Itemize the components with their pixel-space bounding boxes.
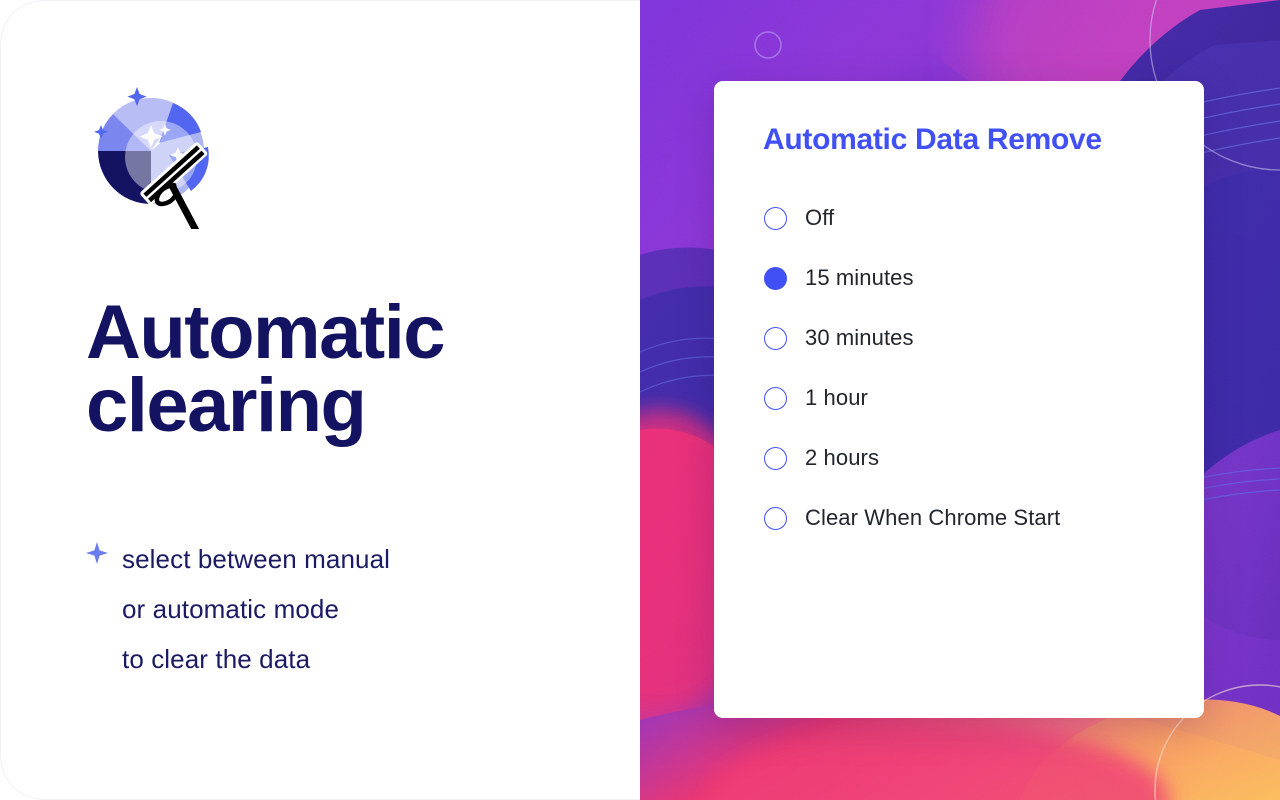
- radio-option-label: 2 hours: [805, 445, 880, 470]
- feature-bullet: select between manual or automatic mode …: [86, 534, 390, 684]
- radio-option-label: 15 minutes: [805, 265, 914, 290]
- feature-line-1: select between manual: [122, 544, 391, 574]
- sparkle-icon: [86, 542, 108, 569]
- radio-option-label: 30 minutes: [805, 325, 914, 350]
- right-visual-panel: Automatic Data Remove Off 15 minutes 30 mi…: [640, 0, 1280, 800]
- radio-option-label: 1 hour: [805, 385, 868, 410]
- page-title: Automatic clearing: [86, 295, 586, 444]
- feature-text: select between manual or automatic mode …: [122, 534, 390, 684]
- radio-option-3[interactable]: 1 hour: [714, 368, 1204, 428]
- radio-icon-selected[interactable]: [764, 266, 787, 290]
- radio-icon[interactable]: [764, 326, 787, 350]
- feature-line-3: to clear the data: [122, 644, 311, 674]
- radio-option-5[interactable]: Clear When Chrome Start: [714, 488, 1204, 548]
- radio-option-label: Off: [805, 205, 835, 230]
- radio-option-4[interactable]: 2 hours: [714, 428, 1204, 488]
- promo-screen: Automatic clearing select between manual…: [0, 0, 1280, 800]
- radio-group-auto-remove[interactable]: Off 15 minutes 30 minutes 1 hour 2 hours Clea…: [714, 188, 1204, 548]
- radio-option-1[interactable]: 15 minutes: [714, 248, 1204, 308]
- radio-icon[interactable]: [764, 206, 787, 230]
- left-info-panel: Automatic clearing select between manual…: [0, 0, 640, 800]
- radio-option-0[interactable]: Off: [714, 188, 1204, 248]
- automatic-data-remove-card: Automatic Data Remove Off 15 minutes 30 mi…: [714, 81, 1204, 718]
- radio-icon[interactable]: [764, 446, 787, 470]
- squeegee-cleaning-illustration: [81, 79, 231, 233]
- radio-option-label: Clear When Chrome Start: [805, 505, 1061, 530]
- radio-icon[interactable]: [764, 506, 787, 530]
- headline-line-2: clearing: [86, 362, 367, 448]
- radio-icon[interactable]: [764, 386, 787, 410]
- card-title: Automatic Data Remove: [763, 123, 1102, 156]
- radio-option-2[interactable]: 30 minutes: [714, 308, 1204, 368]
- feature-line-2: or automatic mode: [122, 594, 340, 624]
